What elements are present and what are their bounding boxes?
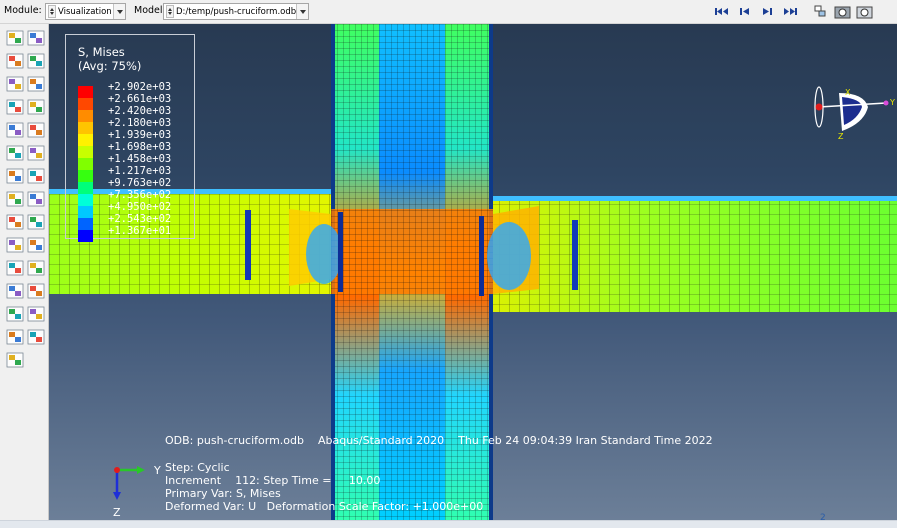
legend-swatch <box>78 230 93 242</box>
legend-swatch <box>78 86 93 98</box>
animate-time-history-icon[interactable] <box>6 167 24 185</box>
plot-material-options-icon[interactable] <box>27 98 45 116</box>
module-label: Module: <box>4 5 42 16</box>
legend-value-label: +1.698e+03 <box>108 141 172 153</box>
allow-multiple-plot-states-icon[interactable] <box>6 121 24 139</box>
next-frame-icon[interactable] <box>759 4 776 19</box>
legend-swatch <box>78 158 93 170</box>
report-options-icon[interactable] <box>27 328 45 346</box>
plot-undeformed-icon[interactable] <box>6 29 24 47</box>
camera-icon[interactable] <box>834 4 851 19</box>
xy-data-icon[interactable] <box>6 213 24 231</box>
path-icon[interactable] <box>6 236 24 254</box>
step-info-line: Step: Cyclic <box>165 461 230 474</box>
path-manager-icon[interactable] <box>27 236 45 254</box>
view-triad-3d[interactable]: X Y Z <box>806 79 896 159</box>
viewport[interactable]: S, Mises (Avg: 75%) +2.902e+03 +2.661e+03… <box>49 24 897 520</box>
legend-value-label: +2.543e+02 <box>108 213 172 225</box>
plot-deformed-icon[interactable] <box>27 29 45 47</box>
display-group-icon[interactable] <box>6 259 24 277</box>
legend-value-label: +2.420e+03 <box>108 105 172 117</box>
display-group-manager-icon[interactable] <box>27 259 45 277</box>
legend-swatch <box>78 218 93 230</box>
legend-value-label: +1.217e+03 <box>108 165 172 177</box>
context-toolbar: Module: Visualization Model: D:/temp/pus… <box>0 0 897 24</box>
xy-data-manager-icon[interactable] <box>27 213 45 231</box>
legend-swatch <box>78 170 93 182</box>
plot-material-orientation-icon[interactable] <box>6 98 24 116</box>
query-options-icon[interactable] <box>27 282 45 300</box>
legend-value-label: +1.939e+03 <box>108 129 172 141</box>
legend-color-bar <box>78 86 93 242</box>
status-bar <box>0 520 897 528</box>
deformed-var-line: Deformed Var: U Deformation Scale Factor… <box>165 500 484 513</box>
abaqus-cae-window: Module: Visualization Model: D:/temp/pus… <box>0 0 897 528</box>
status-indicator: 2 <box>820 513 826 523</box>
previous-frame-icon[interactable] <box>736 4 753 19</box>
model-select-value: D:/temp/push-cruciform.odb <box>176 6 297 17</box>
view-cut-manager-icon[interactable] <box>27 190 45 208</box>
model-select[interactable]: D:/temp/push-cruciform.odb <box>163 3 309 20</box>
primary-var-line: Primary Var: S, Mises <box>165 487 281 500</box>
odb-info-line: ODB: push-cruciform.odb Abaqus/Standard … <box>165 434 713 447</box>
module-select[interactable]: Visualization <box>45 3 126 20</box>
legend-swatch <box>78 206 93 218</box>
model-label: Model: <box>134 5 166 16</box>
query-icon[interactable] <box>812 4 829 19</box>
increment-info-line: Increment 112: Step Time = 10.00 <box>165 474 381 487</box>
legend-value-label: +9.763e+02 <box>108 177 172 189</box>
legend-swatch <box>78 194 93 206</box>
legend-value-label: +1.367e+01 <box>108 225 172 237</box>
legend-value-label: +2.902e+03 <box>108 81 172 93</box>
legend-subtitle: (Avg: 75%) <box>78 59 142 73</box>
legend-value-label: +1.458e+03 <box>108 153 172 165</box>
chevron-down-icon[interactable] <box>296 4 308 19</box>
contour-legend[interactable]: S, Mises (Avg: 75%) +2.902e+03 +2.661e+03… <box>65 34 195 242</box>
legend-value-label: +4.950e+02 <box>108 201 172 213</box>
module-spin-icon[interactable] <box>48 5 56 18</box>
triad-x-label: X <box>845 88 851 97</box>
chevron-down-icon[interactable] <box>113 4 125 19</box>
plot-contours-icon[interactable] <box>6 52 24 70</box>
view-cut-icon[interactable] <box>6 190 24 208</box>
small-triad-z-label: Z <box>113 506 121 519</box>
small-triad-y-label: Y <box>153 464 161 477</box>
common-options-icon[interactable] <box>27 144 45 162</box>
module-select-value: Visualization <box>58 6 112 17</box>
model-spin-icon[interactable] <box>166 5 174 18</box>
animate-options-icon[interactable] <box>27 167 45 185</box>
superimpose-options-icon[interactable] <box>27 121 45 139</box>
stream-icon[interactable] <box>6 305 24 323</box>
last-frame-icon[interactable] <box>782 4 799 19</box>
legend-value-label: +2.661e+03 <box>108 93 172 105</box>
first-frame-icon[interactable] <box>713 4 730 19</box>
plot-symbols-options-icon[interactable] <box>27 75 45 93</box>
toolbox <box>0 24 49 520</box>
legend-swatch <box>78 134 93 146</box>
legend-swatch <box>78 98 93 110</box>
plot-contours-deformed-icon[interactable] <box>27 52 45 70</box>
triad-z-label: Z <box>838 132 844 141</box>
report-icon[interactable] <box>6 328 24 346</box>
plot-symbols-icon[interactable] <box>6 75 24 93</box>
legend-value-label: +2.180e+03 <box>108 117 172 129</box>
legend-swatch <box>78 110 93 122</box>
stream-manager-icon[interactable] <box>27 305 45 323</box>
query-probe-icon[interactable] <box>6 282 24 300</box>
legend-title: S, Mises <box>78 45 125 59</box>
contour-options-icon[interactable] <box>6 144 24 162</box>
global-axis-triad: Y Z <box>113 464 161 519</box>
legend-value-label: +7.356e+02 <box>108 189 172 201</box>
legend-value-labels: +2.902e+03 +2.661e+03 +2.420e+03 +2.180e+03… <box>108 81 171 237</box>
camera-icon-2[interactable] <box>856 4 873 19</box>
triad-y-label: Y <box>889 98 895 107</box>
legend-swatch <box>78 146 93 158</box>
legend-swatch <box>78 182 93 194</box>
sketch-tool-icon[interactable] <box>6 351 24 369</box>
legend-swatch <box>78 122 93 134</box>
